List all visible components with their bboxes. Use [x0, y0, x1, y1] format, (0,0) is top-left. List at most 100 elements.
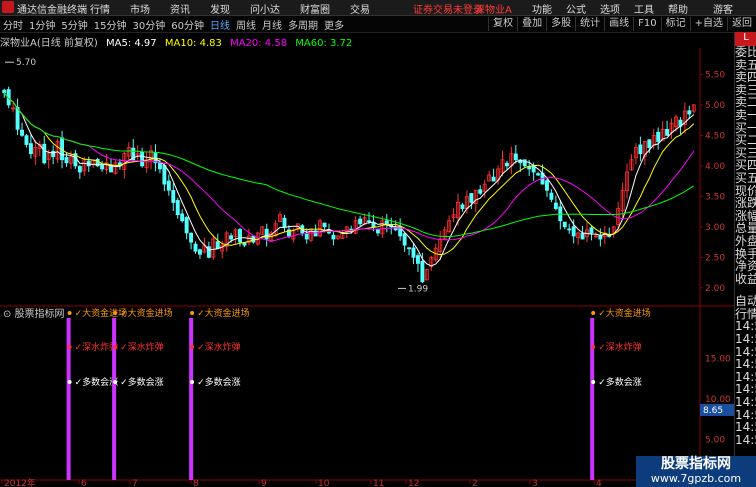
period-tab-daily[interactable]: 日线 — [210, 17, 230, 32]
menu-item-function[interactable]: 功能 — [532, 1, 552, 16]
menu-item-market[interactable]: 行情 — [90, 1, 110, 16]
menu-item-formula[interactable]: 公式 — [566, 1, 586, 16]
signal-bar-1 — [112, 318, 117, 480]
signal-dot-0-0 — [67, 311, 72, 315]
f10-button[interactable]: F10 — [633, 17, 660, 31]
period-toolbar: 分时 1分钟 5分钟 15分钟 30分钟 60分钟 日线 周线 月线 多周期 更… — [0, 16, 756, 33]
side-label-2: 卖四 — [735, 70, 756, 85]
period-tab-30min[interactable]: 30分钟 — [132, 17, 165, 32]
candle-body-120 — [536, 173, 541, 176]
period-tab-timeshare[interactable]: 分时 — [3, 17, 23, 32]
ind-tick-label-0: 15.00 — [705, 355, 731, 365]
side-label-7: 买二 — [735, 133, 756, 148]
candle-body-92 — [411, 247, 416, 258]
x-tick-label-7: 12 — [408, 479, 419, 487]
candle-body-72 — [322, 222, 327, 228]
side-labels-top: 委比卖五卖四卖三卖二卖一买一买二买三买四买五现价涨跌涨幅总量外盘换手净资收益 — [735, 46, 756, 285]
candle-body-123 — [549, 192, 554, 200]
candle-body-115 — [513, 153, 518, 161]
mark-button[interactable]: 标记 — [660, 17, 690, 31]
ma20-line — [3, 92, 695, 242]
candle-body-40 — [180, 213, 185, 222]
x-tick-label-2: 7 — [132, 479, 138, 487]
x-tick-label-9: 3 — [532, 479, 538, 487]
candle-body-134 — [598, 235, 603, 240]
menu-item-help[interactable]: 帮助 — [668, 1, 688, 16]
candle-body-84 — [375, 229, 380, 234]
menu-item-ask[interactable]: 问小达 — [250, 1, 280, 16]
draw-line-button[interactable]: 画线 — [604, 17, 633, 31]
signal-bar-2 — [189, 318, 194, 480]
login-notice[interactable]: 证券交易未登录 — [413, 1, 483, 16]
signal-label-1-1: ✓深水炸弹 — [120, 341, 164, 353]
add-watchlist-button[interactable]: +自选 — [689, 17, 727, 31]
x-tick-label-4: 9 — [261, 479, 267, 487]
menu-item-market2[interactable]: 市场 — [130, 1, 150, 16]
side-label-10: 买五 — [735, 170, 756, 185]
period-tab-1min[interactable]: 1分钟 — [29, 17, 55, 32]
period-tab-60min[interactable]: 60分钟 — [171, 17, 204, 32]
side-time-8: 14:5 — [735, 395, 756, 410]
menu-item-wealth[interactable]: 财富圈 — [300, 1, 330, 16]
period-tab-more[interactable]: 更多 — [324, 17, 344, 32]
candle-body-86 — [384, 220, 389, 225]
period-tab-5min[interactable]: 5分钟 — [61, 17, 87, 32]
candle-body-91 — [407, 247, 412, 250]
period-tabs: 分时 1分钟 5分钟 15分钟 30分钟 60分钟 日线 周线 月线 多周期 更… — [3, 17, 344, 32]
menu-item-discover[interactable]: 发现 — [210, 1, 230, 16]
signal-dot-1-1 — [113, 345, 118, 349]
overlay-button[interactable]: 叠加 — [517, 17, 546, 31]
candle-body-36 — [162, 164, 167, 185]
x-tick-label-8: 2 — [472, 479, 478, 487]
candle-body-48 — [215, 241, 220, 249]
candle-body-74 — [331, 234, 336, 240]
candle-body-3 — [15, 107, 20, 130]
signal-label-2-0: ✓大资金进场 — [197, 307, 250, 319]
period-tab-multi[interactable]: 多周期 — [288, 17, 318, 32]
signal-label-3-2: ✓多数会涨 — [598, 376, 642, 388]
price-axis: 5.50 5.00 4.50 4.00 3.50 3.00 2.50 2.00 — [700, 70, 725, 294]
menu-item-trade[interactable]: 交易 — [350, 1, 370, 16]
menu-item-info[interactable]: 资讯 — [170, 1, 190, 16]
candle-body-103 — [460, 204, 465, 209]
candle-body-51 — [229, 235, 234, 240]
signal-label-0-2: ✓多数会涨 — [75, 376, 119, 388]
candle-body-82 — [367, 220, 371, 223]
menu-item-options[interactable]: 选项 — [600, 1, 620, 16]
candle-body-37 — [166, 180, 171, 191]
menu-item-tools[interactable]: 工具 — [634, 1, 654, 16]
side-time-5: 14:5 — [735, 357, 756, 372]
app-title: 通达信金融终端 — [17, 5, 87, 16]
signal-dot-3-1 — [591, 345, 596, 349]
ma5-line — [3, 92, 695, 267]
candle-body-149 — [665, 129, 670, 136]
ind-current-value: 8.65 — [703, 406, 723, 416]
candle-body-105 — [469, 193, 474, 203]
candle-body-9 — [42, 143, 47, 164]
signal-label-1-0: ✓大资金进场 — [120, 307, 173, 319]
price-tick-label-2: 4.50 — [705, 131, 725, 141]
candle-body-80 — [358, 218, 363, 225]
signal-bars: ✓大资金进场 ✓深水炸弹 ✓多数会涨 ✓大资金进场 ✓深水炸弹 ✓多数会涨 ✓大资金进场 ✓深… — [66, 307, 651, 480]
candle-body-154 — [687, 110, 692, 115]
date-axis: 2012年67891011122345 — [1, 477, 673, 487]
period-tab-weekly[interactable]: 周线 — [236, 17, 256, 32]
guest-user[interactable]: 游客 — [713, 1, 733, 16]
back-button[interactable]: 返回 — [727, 17, 756, 31]
adjust-button[interactable]: 复权 — [488, 17, 517, 31]
price-tick-label-5: 3.00 — [705, 223, 725, 233]
candle-body-4 — [20, 129, 24, 136]
candle-body-63 — [282, 217, 287, 228]
candle-body-147 — [656, 131, 661, 142]
side-header[interactable]: L — [735, 32, 756, 46]
signal-dot-2-0 — [190, 311, 195, 315]
period-tab-monthly[interactable]: 月线 — [262, 17, 282, 32]
period-tab-15min[interactable]: 15分钟 — [94, 17, 127, 32]
multi-stock-button[interactable]: 多股 — [546, 17, 575, 31]
kline-chart[interactable]: 5.50 5.00 4.50 4.00 3.50 3.00 2.50 2.00 5.70 1.… — [0, 48, 734, 487]
price-high-label: 5.70 — [16, 58, 36, 68]
candle-body-110 — [491, 176, 496, 182]
title-bar: 通达信金融终端 行情 市场 资讯 发现 问小达 财富圈 交易 证券交易未登录 深… — [0, 0, 756, 16]
stats-button[interactable]: 统计 — [575, 17, 604, 31]
chart-tool-buttons: 复权 叠加 多股 统计 画线 F10 标记 +自选 返回 — [488, 17, 756, 31]
